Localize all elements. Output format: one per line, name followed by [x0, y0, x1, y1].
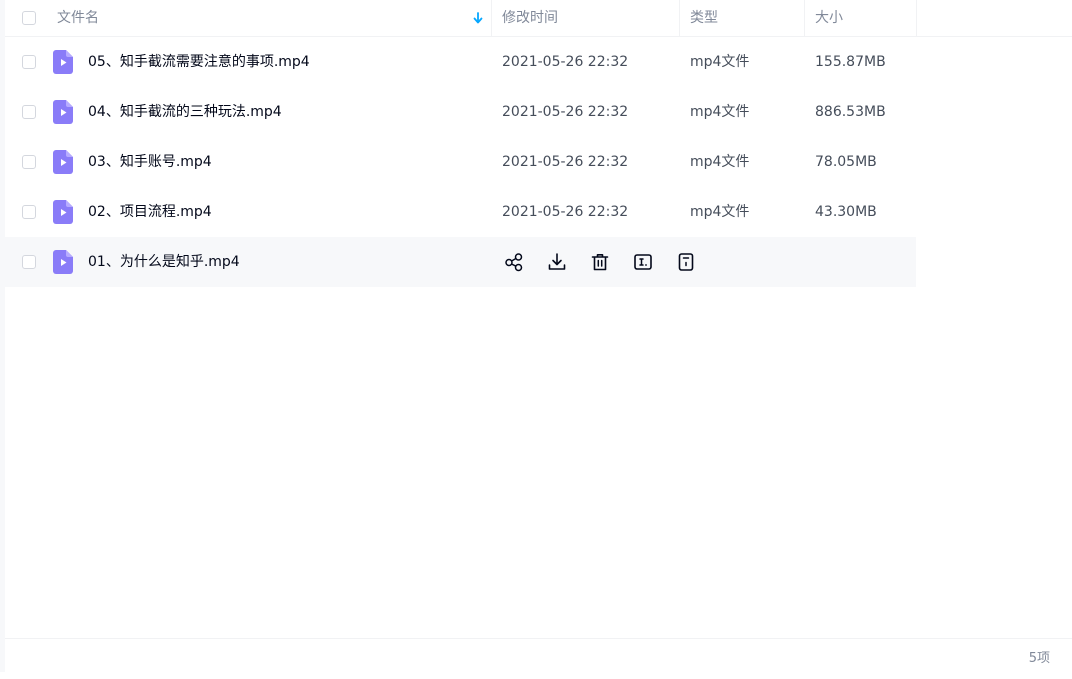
file-modified-time: 2021-05-26 22:32	[502, 104, 629, 120]
file-modified-time: 2021-05-26 22:32	[502, 204, 629, 220]
column-divider[interactable]	[916, 0, 917, 36]
table-row[interactable]: 02、项目流程.mp4 2021-05-26 22:32 mp4文件 43.30…	[5, 187, 1072, 237]
file-modified-time: 2021-05-26 22:32	[502, 154, 629, 170]
file-name[interactable]: 03、知手账号.mp4	[88, 137, 212, 187]
file-type: mp4文件	[690, 204, 750, 220]
sort-down-arrow-icon[interactable]	[471, 10, 485, 26]
column-header-type[interactable]: 类型	[690, 0, 718, 36]
file-size: 43.30MB	[815, 204, 877, 220]
file-name[interactable]: 01、为什么是知乎.mp4	[88, 237, 240, 287]
rename-icon[interactable]	[631, 250, 655, 274]
file-info-icon[interactable]	[674, 250, 698, 274]
video-file-icon	[53, 50, 73, 74]
row-checkbox[interactable]	[22, 105, 36, 119]
file-name[interactable]: 02、项目流程.mp4	[88, 187, 212, 237]
list-footer: 5项	[5, 638, 1072, 673]
table-header: 文件名 修改时间 类型 大小	[5, 0, 1072, 37]
file-type: mp4文件	[690, 54, 750, 70]
download-icon[interactable]	[545, 250, 569, 274]
row-checkbox[interactable]	[22, 205, 36, 219]
column-header-name[interactable]: 文件名	[57, 0, 99, 36]
video-file-icon	[53, 100, 73, 124]
video-file-icon	[53, 200, 73, 224]
table-row[interactable]: 03、知手账号.mp4 2021-05-26 22:32 mp4文件 78.05…	[5, 137, 1072, 187]
table-row[interactable]: 04、知手截流的三种玩法.mp4 2021-05-26 22:32 mp4文件 …	[5, 87, 1072, 137]
column-header-modified[interactable]: 修改时间	[502, 0, 558, 36]
table-row-hovered[interactable]: 01、为什么是知乎.mp4	[5, 237, 916, 287]
share-icon[interactable]	[502, 250, 526, 274]
column-divider[interactable]	[491, 0, 492, 36]
column-header-size[interactable]: 大小	[815, 0, 843, 36]
video-file-icon	[53, 150, 73, 174]
file-name[interactable]: 04、知手截流的三种玩法.mp4	[88, 87, 282, 137]
file-table: 文件名 修改时间 类型 大小 05、知手截流需要注意的事项.mp4 2021-0…	[5, 0, 1072, 287]
row-checkbox[interactable]	[22, 255, 36, 269]
file-size: 78.05MB	[815, 154, 877, 170]
file-name[interactable]: 05、知手截流需要注意的事项.mp4	[88, 37, 310, 87]
table-row[interactable]: 05、知手截流需要注意的事项.mp4 2021-05-26 22:32 mp4文…	[5, 37, 1072, 87]
file-size: 155.87MB	[815, 54, 886, 70]
column-divider[interactable]	[679, 0, 680, 36]
file-modified-time: 2021-05-26 22:32	[502, 54, 629, 70]
row-checkbox[interactable]	[22, 155, 36, 169]
file-type: mp4文件	[690, 104, 750, 120]
column-divider[interactable]	[804, 0, 805, 36]
item-count: 5项	[1028, 651, 1050, 666]
select-all-checkbox[interactable]	[22, 11, 36, 25]
delete-icon[interactable]	[588, 250, 612, 274]
row-checkbox[interactable]	[22, 55, 36, 69]
video-file-icon	[53, 250, 73, 274]
file-type: mp4文件	[690, 154, 750, 170]
file-size: 886.53MB	[815, 104, 886, 120]
